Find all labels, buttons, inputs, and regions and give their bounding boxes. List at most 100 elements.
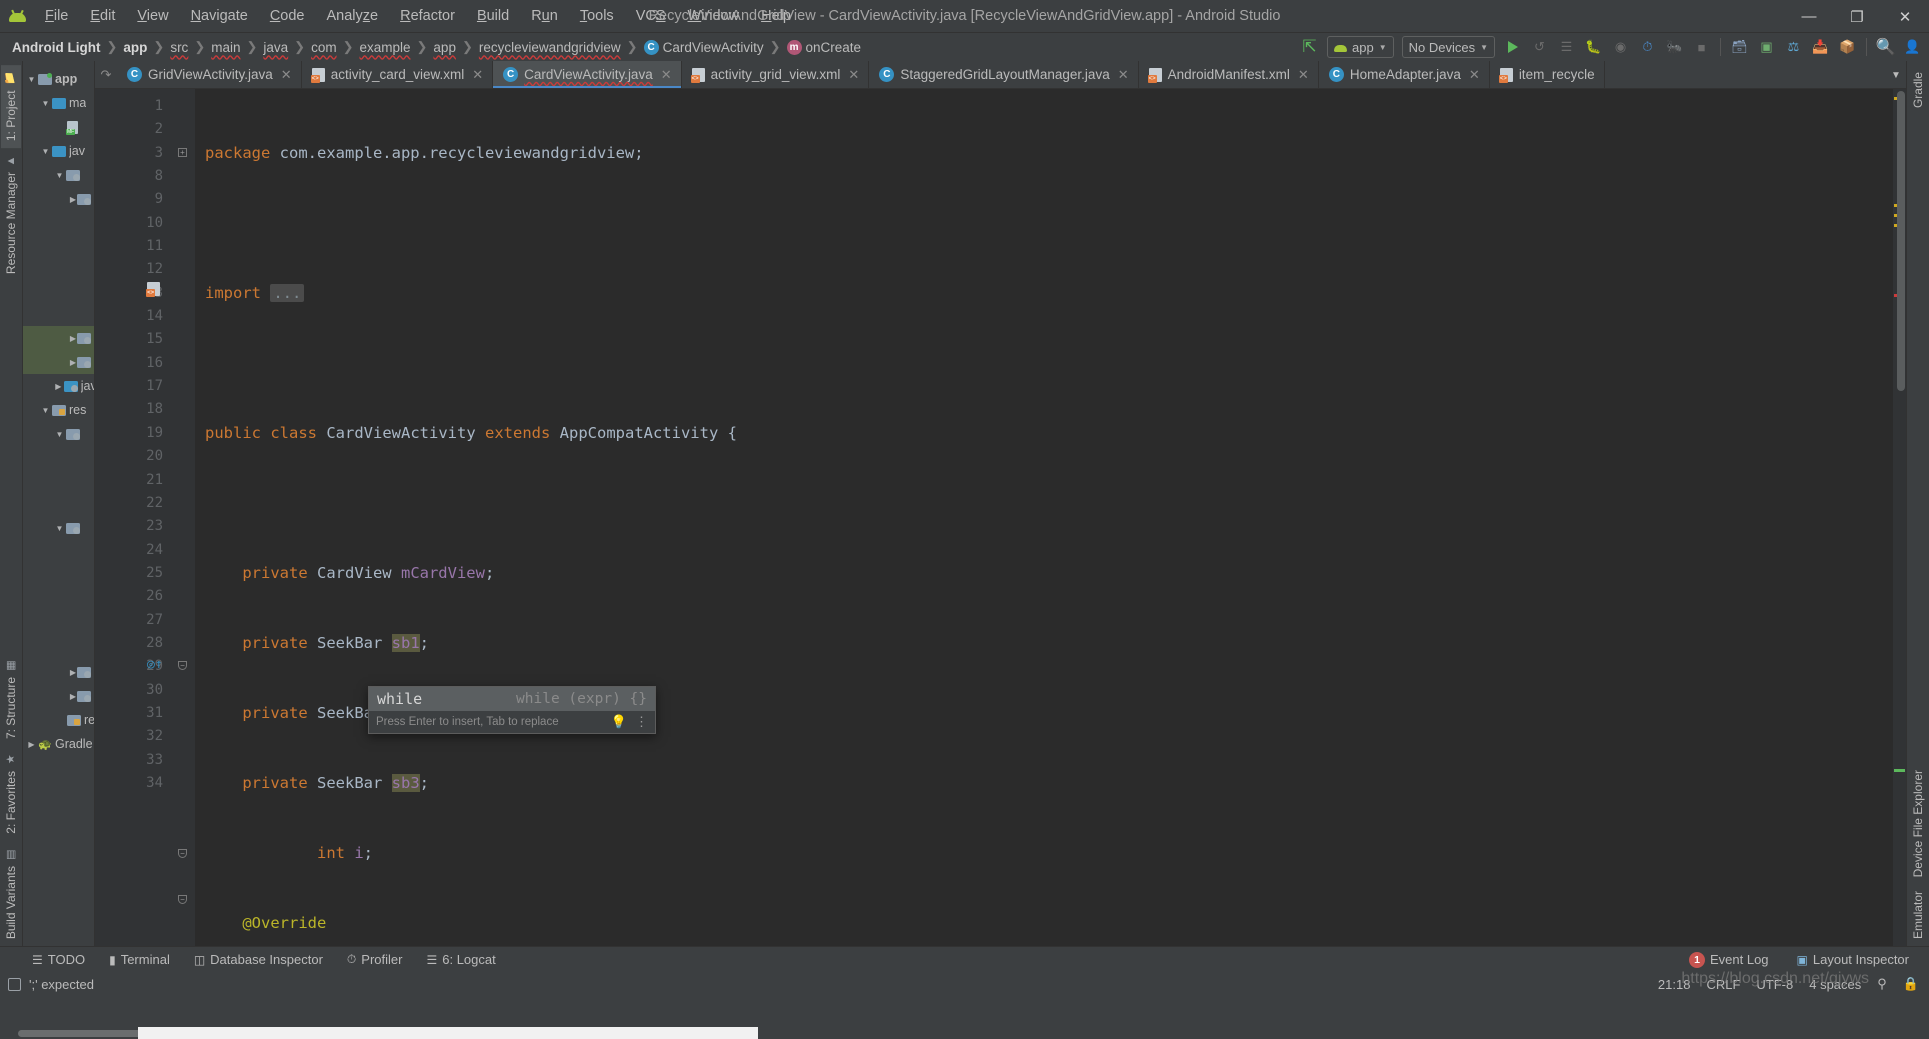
menu-vcs[interactable]: VCS	[625, 4, 677, 28]
tree-node[interactable]: ▶	[23, 660, 94, 684]
fold-collapse-icon[interactable]: −	[178, 849, 187, 858]
twisty-icon[interactable]: ▶	[69, 334, 77, 343]
tab-staggeredgridlayoutmanager-java[interactable]: C StaggeredGridLayoutManager.java ✕	[869, 61, 1139, 88]
tab-activity-grid-view-xml[interactable]: activity_grid_view.xml ✕	[682, 61, 870, 88]
tree-node[interactable]: ▼ app	[23, 67, 94, 91]
breadcrumb-item-9[interactable]: C CardViewActivity	[640, 39, 768, 56]
tree-node[interactable]: ▼ ma	[23, 91, 94, 115]
breadcrumb-item-8[interactable]: recycleviewandgridview	[475, 39, 625, 56]
more-options-icon[interactable]: ⋮	[635, 714, 648, 730]
twisty-icon[interactable]: ▶	[69, 668, 77, 677]
twisty-icon[interactable]: ▼	[53, 524, 66, 533]
tree-node[interactable]	[23, 115, 94, 139]
menu-refactor[interactable]: Refactor	[389, 4, 466, 28]
autocomplete-item[interactable]: while while (expr) {}	[369, 687, 655, 711]
close-icon[interactable]: ✕	[1469, 67, 1480, 83]
twisty-icon[interactable]: ▶	[69, 195, 77, 204]
bottom-item-layout-inspector[interactable]: ▣ Layout Inspector	[1785, 950, 1921, 969]
menu-build[interactable]: Build	[466, 4, 520, 28]
twisty-icon[interactable]: ▼	[39, 99, 52, 108]
sidebar-item-project[interactable]: 1: Project 📁	[1, 65, 21, 149]
tree-node[interactable]: ▶ jav	[23, 374, 94, 398]
twisty-icon[interactable]: ▼	[39, 406, 52, 415]
apply-changes-icon[interactable]: ↺	[1527, 35, 1552, 59]
sidebar-item-resource-manager[interactable]: Resource Manager ▲	[1, 148, 21, 281]
maximize-button[interactable]: ❐	[1833, 0, 1881, 33]
twisty-icon[interactable]: ▶	[53, 382, 64, 391]
run-with-coverage-icon[interactable]: 🐜	[1662, 35, 1687, 59]
twisty-icon[interactable]: ▶	[69, 692, 77, 701]
sidebar-item-favorites[interactable]: 2: Favorites ★	[1, 746, 21, 841]
bottom-item-database-inspector[interactable]: ◫ Database Inspector	[182, 950, 335, 969]
sidebar-item-gradle[interactable]: Gradle	[1908, 65, 1928, 115]
minimize-button[interactable]: —	[1785, 0, 1833, 33]
close-icon[interactable]: ✕	[1298, 67, 1309, 83]
status-line-separator[interactable]: CRLF	[1706, 977, 1740, 992]
device-explorer-icon[interactable]: 📥	[1808, 35, 1833, 59]
tree-node[interactable]: ▶	[23, 684, 94, 708]
tree-node[interactable]: ▶	[23, 326, 94, 350]
tab-androidmanifest-xml[interactable]: AndroidManifest.xml ✕	[1139, 61, 1319, 88]
tab-activity-card-view-xml[interactable]: activity_card_view.xml ✕	[302, 61, 494, 88]
fold-expand-icon[interactable]: +	[178, 148, 187, 157]
close-icon[interactable]: ✕	[848, 67, 859, 83]
breadcrumb-item-2[interactable]: src	[166, 39, 192, 56]
tree-node[interactable]: ▶	[23, 350, 94, 374]
profiler-icon[interactable]: ⏱	[1635, 35, 1660, 59]
breadcrumb-item-5[interactable]: com	[307, 39, 341, 56]
project-tree-panel[interactable]: ▼ app ▼ ma ▼ jav ▼ ▶	[23, 61, 95, 946]
tree-node[interactable]: ▼	[23, 516, 94, 540]
bottom-item-profiler[interactable]: ⏱ Profiler	[335, 950, 415, 969]
tree-node[interactable]: ▼ res	[23, 398, 94, 422]
twisty-icon[interactable]: ▼	[53, 430, 66, 439]
menu-file[interactable]: File	[34, 4, 79, 28]
tab-cardviewactivity-java[interactable]: C CardViewActivity.java ✕	[493, 61, 682, 88]
run-icon[interactable]	[1500, 35, 1525, 59]
close-icon[interactable]: ✕	[1118, 67, 1129, 83]
menu-run[interactable]: Run	[520, 4, 569, 28]
fold-collapse-icon[interactable]: −	[178, 895, 187, 904]
override-method-icon[interactable]: ◎↑	[147, 657, 163, 672]
tab-history-icon[interactable]: ↷	[95, 61, 117, 88]
breadcrumb-item-10[interactable]: m onCreate	[783, 39, 866, 56]
close-icon[interactable]: ✕	[661, 67, 672, 83]
stop-icon[interactable]: ■	[1689, 35, 1714, 59]
sidebar-item-emulator[interactable]: Emulator	[1908, 884, 1928, 946]
debug-icon[interactable]: 🐛	[1581, 35, 1606, 59]
breadcrumb-item-4[interactable]: java	[259, 39, 292, 56]
close-icon[interactable]: ✕	[281, 67, 292, 83]
scrollbar-thumb[interactable]	[1897, 91, 1905, 391]
breadcrumb-item-3[interactable]: main	[207, 39, 244, 56]
search-icon[interactable]: 🔍	[1873, 35, 1898, 59]
vertical-scrollbar[interactable]	[1896, 89, 1906, 946]
tree-node[interactable]: res	[23, 708, 94, 732]
apply-code-changes-icon[interactable]: ☰	[1554, 35, 1579, 59]
attach-debugger-icon[interactable]: ◉	[1608, 35, 1633, 59]
sidebar-item-device-file-explorer[interactable]: Device File Explorer	[1908, 763, 1928, 884]
close-button[interactable]: ✕	[1881, 0, 1929, 33]
breadcrumb-item-0[interactable]: Android Light	[8, 39, 104, 56]
menu-view[interactable]: View	[126, 4, 179, 28]
twisty-icon[interactable]: ▼	[25, 75, 38, 84]
undo-icon[interactable]: ⇱	[1297, 35, 1322, 59]
code-content[interactable]: package com.example.app.recycleviewandgr…	[195, 89, 1893, 946]
lock-icon[interactable]: 🔒	[1903, 976, 1919, 992]
autocomplete-popup[interactable]: while while (expr) {} Press Enter to ins…	[368, 686, 656, 734]
menu-analyze[interactable]: Analyze	[316, 4, 390, 28]
breadcrumb-item-6[interactable]: example	[355, 39, 414, 56]
bottom-item-logcat[interactable]: ☰ 6: Logcat	[414, 950, 507, 969]
bottom-item-terminal[interactable]: ▮ Terminal	[97, 950, 182, 969]
avatar-icon[interactable]: 👤	[1900, 35, 1925, 59]
tree-node[interactable]: ▼	[23, 422, 94, 446]
menu-window[interactable]: Window	[677, 4, 751, 28]
fold-collapse-icon[interactable]: −	[178, 661, 187, 670]
sdk-manager-icon[interactable]: 🗃	[1727, 35, 1752, 59]
tree-node[interactable]: ▼	[23, 163, 94, 187]
error-marker-strip[interactable]	[1893, 89, 1906, 946]
twisty-icon[interactable]: ▶	[69, 358, 77, 367]
device-selector[interactable]: No Devices ▼	[1401, 36, 1495, 58]
bottom-item-event-log[interactable]: 1 Event Log	[1677, 950, 1781, 970]
menu-help[interactable]: Help	[750, 4, 802, 28]
run-configuration-selector[interactable]: app ▼	[1326, 36, 1394, 58]
tree-node[interactable]: ▼ jav	[23, 139, 94, 163]
